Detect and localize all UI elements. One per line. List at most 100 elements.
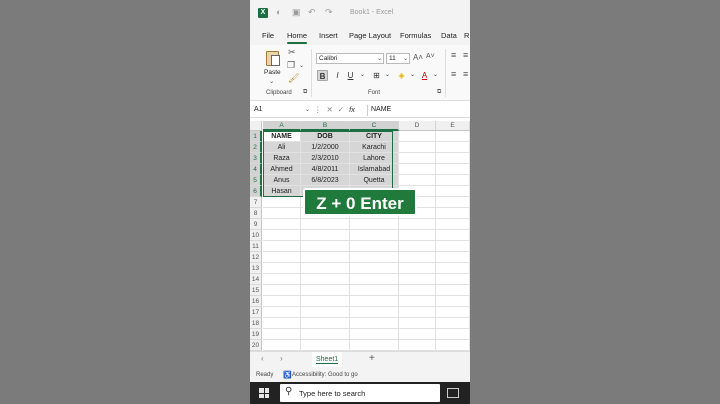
cell[interactable]	[350, 274, 399, 285]
tab-review[interactable]: R	[464, 31, 469, 40]
cancel-icon[interactable]: ✕	[327, 105, 338, 114]
align-left-icon[interactable]: ≡	[451, 69, 456, 79]
column-header[interactable]: B	[301, 121, 350, 131]
tab-insert[interactable]: Insert	[319, 31, 338, 40]
cut-icon[interactable]: ✂	[288, 47, 296, 58]
font-name-select[interactable]: Calibri ⌄	[316, 53, 384, 64]
cell[interactable]	[350, 340, 399, 351]
cell[interactable]	[399, 153, 436, 164]
cell[interactable]	[436, 318, 470, 329]
cell[interactable]	[399, 142, 436, 153]
cell[interactable]	[301, 230, 350, 241]
cell[interactable]	[436, 296, 470, 307]
row-header[interactable]: 7	[250, 197, 262, 208]
tab-file[interactable]: File	[262, 31, 274, 40]
cell[interactable]	[436, 307, 470, 318]
tab-data[interactable]: Data	[441, 31, 457, 40]
insert-function-icon[interactable]: fx	[349, 105, 355, 114]
cell[interactable]	[399, 230, 436, 241]
row-header[interactable]: 16	[250, 296, 262, 307]
clipboard-launcher-icon[interactable]: ⧉	[303, 89, 307, 96]
cell[interactable]	[301, 296, 350, 307]
cell[interactable]	[399, 131, 436, 142]
paste-button[interactable]: Paste	[264, 69, 281, 76]
cell[interactable]	[350, 296, 399, 307]
cell[interactable]	[301, 285, 350, 296]
row-header[interactable]: 17	[250, 307, 262, 318]
fill-color-icon[interactable]: ◈	[396, 70, 407, 81]
cell[interactable]	[350, 307, 399, 318]
cell[interactable]	[436, 329, 470, 340]
redo-icon[interactable]: ↷	[325, 7, 333, 18]
cell[interactable]	[263, 219, 301, 230]
cell[interactable]	[350, 252, 399, 263]
cell[interactable]: CITY	[350, 131, 399, 142]
row-header[interactable]: 19	[250, 329, 262, 340]
task-view-icon[interactable]	[447, 388, 459, 398]
cell[interactable]	[263, 230, 301, 241]
cell[interactable]: Hasan	[263, 186, 301, 197]
align-top-icon[interactable]: ≡	[451, 50, 456, 60]
cell[interactable]	[436, 252, 470, 263]
cell[interactable]	[436, 197, 470, 208]
cell[interactable]	[350, 263, 399, 274]
column-header[interactable]: E	[436, 121, 470, 131]
decrease-font-icon[interactable]: A˅	[426, 53, 435, 60]
borders-icon[interactable]: ⊞	[371, 70, 382, 81]
cell[interactable]	[436, 131, 470, 142]
enter-icon[interactable]: ✓	[338, 105, 349, 114]
cell[interactable]	[399, 285, 436, 296]
cell[interactable]	[301, 252, 350, 263]
paste-icon[interactable]	[264, 49, 280, 67]
cell[interactable]	[399, 252, 436, 263]
worksheet-grid[interactable]: A B C D E 1 NAME DOB CITY 2 Ali 1/2/2000 Karachi 3 Raz…	[250, 121, 470, 362]
cell[interactable]: 2/3/2010	[301, 153, 350, 164]
column-header[interactable]: C	[350, 121, 399, 131]
cell[interactable]	[301, 241, 350, 252]
cell[interactable]	[399, 175, 436, 186]
bold-button[interactable]: B	[317, 70, 328, 81]
undo-icon[interactable]: ↶	[308, 7, 316, 18]
cell[interactable]: Anus	[263, 175, 301, 186]
windows-start-icon[interactable]	[259, 388, 269, 398]
cell[interactable]	[436, 274, 470, 285]
cell[interactable]	[263, 252, 301, 263]
column-header[interactable]: A	[263, 121, 301, 131]
sheet-next-icon[interactable]: ›	[280, 354, 283, 363]
cell[interactable]: Karachi	[350, 142, 399, 153]
cell[interactable]	[350, 318, 399, 329]
cell[interactable]	[399, 340, 436, 351]
cell[interactable]: 4/8/2011	[301, 164, 350, 175]
row-header[interactable]: 18	[250, 318, 262, 329]
cell[interactable]: Ahmed	[263, 164, 301, 175]
cell[interactable]	[399, 318, 436, 329]
cell[interactable]	[263, 263, 301, 274]
cell[interactable]	[436, 340, 470, 351]
row-header[interactable]: 9	[250, 219, 262, 230]
underline-button[interactable]: U	[345, 70, 356, 81]
tab-formulas[interactable]: Formulas	[400, 31, 431, 40]
cell[interactable]	[436, 142, 470, 153]
cell[interactable]	[301, 340, 350, 351]
format-painter-icon[interactable]: 🖌	[288, 73, 299, 84]
cell[interactable]: Lahore	[350, 153, 399, 164]
font-color-dropdown-icon[interactable]: ⌄	[430, 70, 441, 81]
cell[interactable]	[436, 208, 470, 219]
cell[interactable]	[263, 340, 301, 351]
save-icon[interactable]: ▣	[292, 7, 301, 18]
borders-dropdown-icon[interactable]: ⌄	[382, 70, 393, 81]
row-header[interactable]: 6	[250, 186, 262, 197]
font-size-select[interactable]: 11 ⌄	[386, 53, 410, 64]
row-header[interactable]: 1	[250, 131, 262, 142]
formula-input[interactable]: NAME	[371, 106, 391, 113]
cell[interactable]	[263, 285, 301, 296]
copy-icon[interactable]: ❐	[287, 60, 295, 71]
name-box[interactable]: A1 ⌄	[254, 106, 310, 116]
cell[interactable]	[436, 153, 470, 164]
row-header[interactable]: 15	[250, 285, 262, 296]
select-all-corner[interactable]	[250, 121, 262, 131]
cell[interactable]	[301, 318, 350, 329]
more-icon[interactable]: ⋮	[314, 105, 327, 114]
cell[interactable]	[399, 329, 436, 340]
row-header[interactable]: 8	[250, 208, 262, 219]
